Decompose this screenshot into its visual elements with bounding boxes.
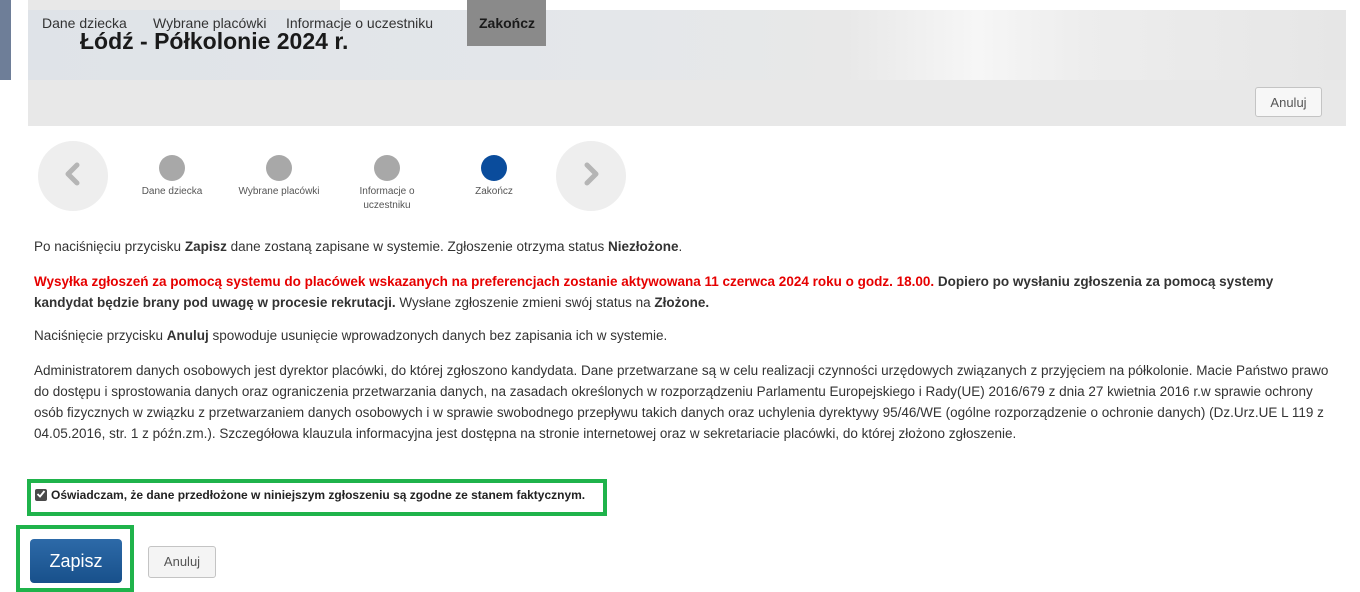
p1-save-keyword: Zapisz xyxy=(184,239,227,254)
info-paragraph-save: Po naciśnięciu przycisku Zapisz dane zos… xyxy=(34,236,1334,257)
step-dot-zakoncz xyxy=(481,155,507,181)
p1-status-keyword: Niezłożone xyxy=(608,239,679,254)
step-dot-wybrane-placowki xyxy=(266,155,292,181)
p1-text-a: Po naciśnięciu przycisku xyxy=(34,239,185,254)
next-step-button[interactable] xyxy=(556,141,626,211)
p3-text-c: spowoduje usunięcie wprowadzonych danych… xyxy=(208,328,668,343)
step-label-wybrane-placowki: Wybrane placówki xyxy=(238,186,320,197)
gdpr-paragraph: Administratorem danych osobowych jest dy… xyxy=(34,363,1329,441)
info-paragraph-cancel: Naciśnięcie przycisku Anuluj spowoduje u… xyxy=(34,325,1334,346)
prev-step-button[interactable] xyxy=(38,141,108,211)
tab-informacje-o-uczestniku[interactable]: Informacje o uczestniku xyxy=(276,0,443,46)
header-accent-bar xyxy=(0,0,11,80)
save-button[interactable]: Zapisz xyxy=(30,539,122,583)
p3-text-a: Naciśnięcie przycisku xyxy=(34,328,167,343)
declaration-checkbox[interactable] xyxy=(35,489,47,501)
wizard-navbar xyxy=(28,80,1346,126)
p2-status-keyword: Złożone. xyxy=(654,295,710,310)
p1-text-e: . xyxy=(678,239,683,254)
declaration-label[interactable]: Oświadczam, że dane przedłożone w niniej… xyxy=(51,487,585,503)
p2-warning-text: Wysyłka zgłoszeń za pomocą systemu do pl… xyxy=(34,274,935,289)
tab-dane-dziecka[interactable]: Dane dziecka xyxy=(32,0,137,46)
step-label-dane-dziecka: Dane dziecka xyxy=(141,186,203,197)
step-label-informacje: Informacje o uczestniku xyxy=(359,186,415,211)
cancel-button-top[interactable]: Anuluj xyxy=(1255,87,1322,117)
step-dot-dane-dziecka xyxy=(159,155,185,181)
info-paragraph-submission: Wysyłka zgłoszeń za pomocą systemu do pl… xyxy=(34,271,1334,313)
tab-zakoncz[interactable]: Zakończ xyxy=(467,0,546,46)
chevron-right-icon xyxy=(581,162,601,191)
step-label-zakoncz: Zakończ xyxy=(475,186,513,197)
step-dot-informacje xyxy=(374,155,400,181)
p1-text-c: dane zostaną zapisane w systemie. Zgłosz… xyxy=(226,239,609,254)
p2-normal-text: Wysłane zgłoszenie zmieni swój status na xyxy=(395,295,655,310)
chevron-left-icon xyxy=(63,162,83,191)
p3-cancel-keyword: Anuluj xyxy=(166,328,209,343)
checkmark-icon xyxy=(36,486,46,504)
cancel-button[interactable]: Anuluj xyxy=(148,546,216,578)
tab-wybrane-placowki[interactable]: Wybrane placówki xyxy=(143,0,276,46)
